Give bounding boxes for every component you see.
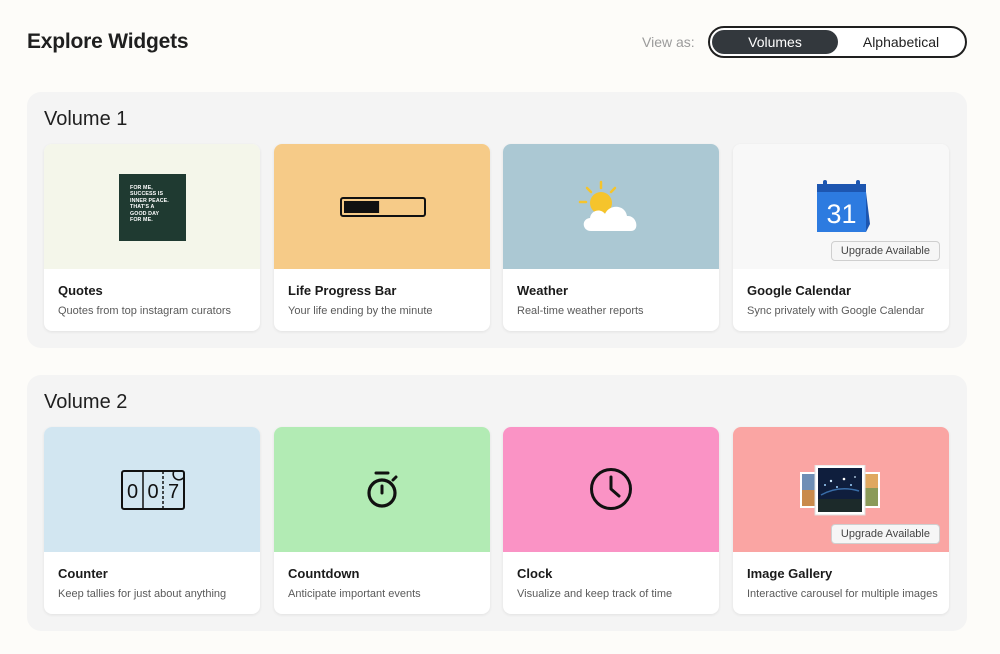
card-title: Life Progress Bar <box>288 283 397 298</box>
widget-card-clock[interactable]: Clock Visualize and keep track of time <box>503 427 719 614</box>
calendar-day-text: 31 <box>826 199 856 229</box>
card-description: Anticipate important events <box>288 588 421 600</box>
page-title: Explore Widgets <box>27 30 189 53</box>
card-media: FOR ME, SUCCESS IS INNER PEACE. THAT'S A… <box>44 144 260 269</box>
section-volume-2: Volume 2 0 0 7 Counter Keep tallies for … <box>27 375 967 631</box>
card-description: Real-time weather reports <box>517 305 644 317</box>
widget-card-quotes[interactable]: FOR ME, SUCCESS IS INNER PEACE. THAT'S A… <box>44 144 260 331</box>
alphabetical-toggle-button[interactable]: Alphabetical <box>838 30 964 54</box>
card-title: Google Calendar <box>747 283 852 298</box>
widget-card-counter[interactable]: 0 0 7 Counter Keep tallies for just abou… <box>44 427 260 614</box>
quote-line: FOR ME. <box>130 217 153 224</box>
widget-card-weather[interactable]: Weather Real-time weather reports <box>503 144 719 331</box>
widget-card-countdown[interactable]: Countdown Anticipate important events <box>274 427 490 614</box>
volumes-toggle-button[interactable]: Volumes <box>712 30 838 54</box>
quote-image-icon: FOR ME, SUCCESS IS INNER PEACE. THAT'S A… <box>119 174 186 241</box>
section-title: Volume 2 <box>44 391 128 413</box>
card-title: Countdown <box>288 566 360 581</box>
card-description: Sync privately with Google Calendar <box>747 305 925 317</box>
upgrade-badge: Upgrade Available <box>830 241 940 261</box>
card-title: Quotes <box>58 283 103 298</box>
upgrade-badge: Upgrade Available <box>830 524 940 544</box>
counter-digit: 0 <box>147 481 158 503</box>
card-title: Counter <box>58 566 108 581</box>
stopwatch-icon <box>367 471 398 508</box>
card-title: Clock <box>517 566 553 581</box>
header: Explore Widgets View as: Volumes Alphabe… <box>27 26 967 58</box>
card-media: 0 0 7 <box>44 427 260 552</box>
card-description: Quotes from top instagram curators <box>58 305 232 317</box>
clock-icon <box>590 468 632 510</box>
card-description: Your life ending by the minute <box>288 305 433 317</box>
card-description: Interactive carousel for multiple images <box>747 588 938 600</box>
progress-bar-icon <box>340 197 426 217</box>
counter-digit: 0 <box>127 481 138 503</box>
image-gallery-icon <box>800 465 880 516</box>
card-title: Image Gallery <box>747 566 833 581</box>
card-description: Visualize and keep track of time <box>517 588 673 600</box>
card-media <box>274 144 490 269</box>
widget-card-google-calendar[interactable]: 31 Upgrade Available Google Calendar Syn… <box>733 144 949 331</box>
card-media <box>274 427 490 552</box>
counter-digit: 7 <box>168 481 179 503</box>
section-title: Volume 1 <box>44 108 128 130</box>
view-toggle: Volumes Alphabetical <box>708 26 967 58</box>
card-media: 31 Upgrade Available <box>733 144 949 269</box>
widget-card-life-progress-bar[interactable]: Life Progress Bar Your life ending by th… <box>274 144 490 331</box>
card-media: Upgrade Available <box>733 427 949 552</box>
section-volume-1: Volume 1 FOR ME, SUCCESS IS INNER PEACE.… <box>27 92 967 348</box>
view-as-label: View as: <box>642 34 695 50</box>
card-media <box>503 427 719 552</box>
google-calendar-icon: 31 <box>817 180 870 232</box>
sun-cloud-icon <box>578 180 637 231</box>
card-description: Keep tallies for just about anything <box>58 588 227 600</box>
widget-card-image-gallery[interactable]: Upgrade Available Image Gallery Interact… <box>733 427 949 614</box>
counter-icon: 0 0 7 <box>121 470 185 510</box>
card-title: Weather <box>517 283 569 298</box>
card-media <box>503 144 719 269</box>
